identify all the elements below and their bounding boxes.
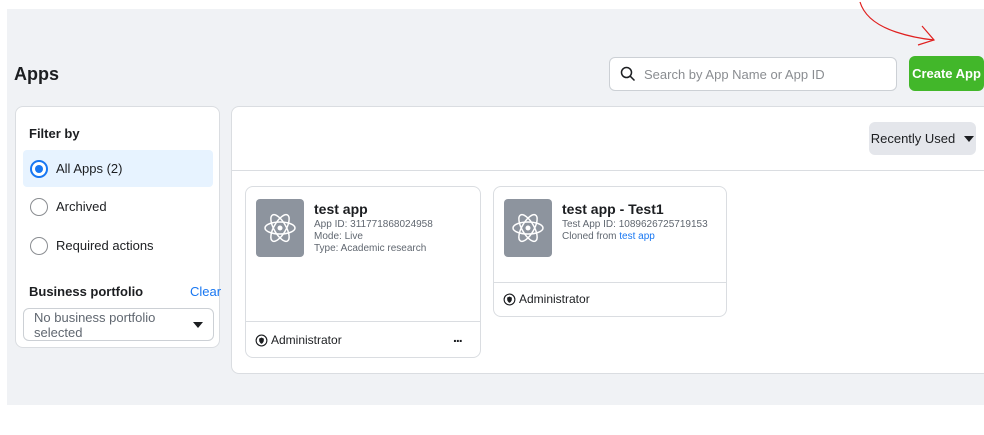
role-label: Administrator	[271, 333, 342, 347]
app-card[interactable]: test app App ID: 311771868024958 Mode: L…	[245, 186, 481, 358]
apps-panel: Recently Used test app App ID: 311771868…	[231, 106, 984, 374]
radio-icon[interactable]	[30, 197, 48, 216]
divider	[246, 321, 480, 322]
radio-icon[interactable]	[30, 236, 48, 255]
business-portfolio-select[interactable]: No business portfolio selected	[23, 308, 214, 341]
divider	[494, 282, 726, 283]
shield-icon	[255, 334, 268, 346]
business-portfolio-title: Business portfolio	[29, 284, 144, 299]
cloned-from-prefix: Cloned from	[562, 231, 620, 242]
app-card[interactable]: test app - Test1 Test App ID: 1089626725…	[493, 186, 727, 317]
chevron-down-icon	[193, 321, 203, 328]
business-portfolio-value: No business portfolio selected	[34, 309, 156, 340]
create-app-button[interactable]: Create App	[909, 56, 984, 91]
filter-option-archived[interactable]: Archived	[23, 188, 213, 225]
search-icon	[620, 66, 636, 82]
business-portfolio-clear-link[interactable]: Clear	[190, 284, 221, 299]
filter-option-label: Required actions	[56, 238, 154, 253]
shield-icon	[503, 293, 516, 305]
filter-option-label: All Apps (2)	[56, 161, 123, 176]
radio-selected-icon[interactable]	[30, 159, 48, 178]
search-input[interactable]	[644, 66, 884, 82]
app-id: App ID: 311771868024958	[314, 219, 433, 230]
app-atom-icon	[504, 199, 552, 257]
chevron-down-icon	[964, 135, 975, 142]
more-options-button[interactable]: ...	[453, 329, 463, 345]
filter-title: Filter by	[29, 126, 80, 141]
cloned-from-link[interactable]: test app	[619, 231, 655, 242]
app-atom-icon	[256, 199, 304, 257]
app-name[interactable]: test app	[314, 201, 368, 217]
filter-option-all-apps[interactable]: All Apps (2)	[23, 150, 213, 187]
app-id: Test App ID: 1089626725719153	[562, 219, 708, 230]
app-mode: Mode: Live	[314, 231, 363, 242]
app-role: Administrator	[503, 292, 590, 306]
role-label: Administrator	[519, 292, 590, 306]
app-role: Administrator	[255, 333, 342, 347]
filter-panel: Filter by All Apps (2) Archived Required…	[15, 106, 221, 348]
filter-option-label: Archived	[56, 199, 107, 214]
annotation-arrow-icon	[859, 1, 936, 46]
app-name[interactable]: test app - Test1	[562, 201, 664, 217]
page-title: Apps	[14, 64, 59, 84]
cloned-from: Cloned from test app	[562, 231, 655, 242]
app-type: Type: Academic research	[314, 243, 427, 254]
sort-label: Recently Used	[870, 131, 956, 146]
filter-option-required-actions[interactable]: Required actions	[23, 227, 213, 264]
divider	[232, 170, 984, 171]
search-box[interactable]	[609, 57, 897, 91]
sort-dropdown[interactable]: Recently Used	[869, 122, 976, 155]
